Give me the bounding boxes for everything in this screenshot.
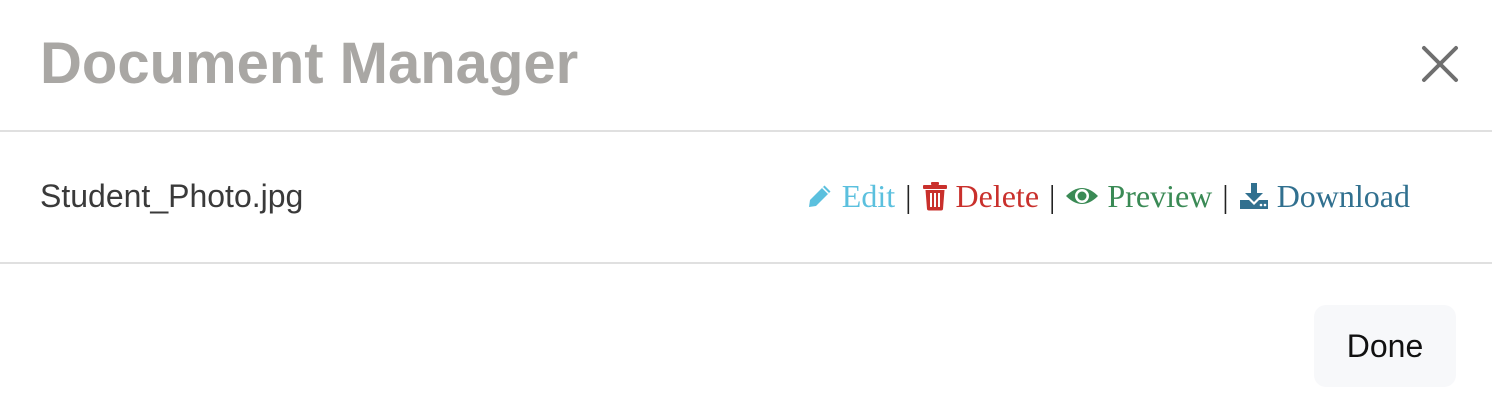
file-actions: Edit | Delete | Preview | Download — [806, 176, 1410, 216]
close-button[interactable] — [1416, 40, 1464, 88]
close-icon — [1422, 46, 1458, 82]
delete-link[interactable]: Delete — [922, 176, 1040, 216]
download-link[interactable]: Download — [1239, 176, 1410, 216]
action-separator: | — [1049, 178, 1056, 214]
action-separator: | — [905, 178, 912, 214]
delete-label: Delete — [955, 178, 1040, 214]
trash-icon — [922, 182, 947, 211]
edit-link[interactable]: Edit — [806, 176, 895, 216]
document-manager-modal: Document Manager Student_Photo.jpg Edit … — [0, 0, 1492, 410]
preview-link[interactable]: Preview — [1065, 176, 1212, 216]
file-row: Student_Photo.jpg Edit | Delete | Previe… — [0, 132, 1492, 264]
modal-title: Document Manager — [40, 31, 579, 96]
file-name: Student_Photo.jpg — [40, 178, 304, 214]
modal-header: Document Manager — [0, 0, 1492, 132]
done-button[interactable]: Done — [1314, 305, 1456, 387]
pencil-icon — [808, 185, 831, 207]
preview-label: Preview — [1107, 178, 1213, 214]
action-separator: | — [1222, 178, 1229, 214]
eye-icon — [1066, 188, 1099, 204]
download-label: Download — [1276, 178, 1410, 214]
edit-label: Edit — [841, 178, 896, 214]
download-icon — [1239, 183, 1268, 209]
